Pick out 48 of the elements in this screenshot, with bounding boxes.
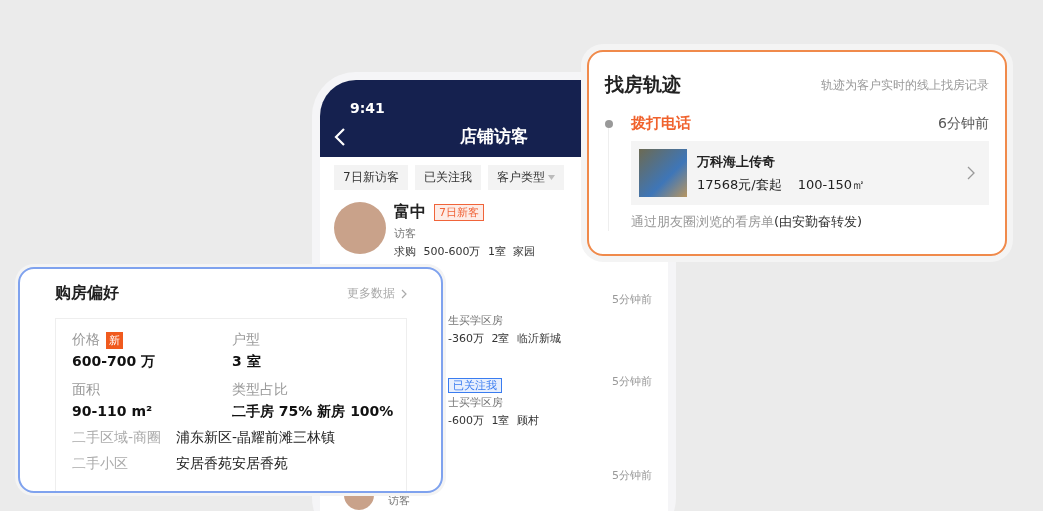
forwarder-text: (由安勤奋转发) [774,214,863,229]
event-action: 拨打电话 [631,114,691,133]
detail-label: 二手小区 [72,455,129,473]
stat-label: 类型占比 [232,381,288,399]
detail-value: 浦东新区-晶耀前滩三林镇 [176,429,336,447]
visitor-tag: 已关注我 [448,378,502,393]
new-badge: 新 [106,331,123,349]
event-time: 6分钟前 [938,114,989,133]
visit-time: 5分钟前 [612,292,652,307]
visitor-note: 生买学区房 [448,313,504,328]
back-icon[interactable] [334,126,346,147]
visitor-note: 士买学区房 [448,395,504,410]
status-time: 9:41 [350,100,385,116]
chevron-icon [401,288,407,299]
visitor-tag: 7日新客 [434,204,484,221]
stat-label: 面积 [72,381,100,399]
detail-label: 二手区域-商圈 [72,429,163,447]
timeline-dot [605,120,613,128]
visitor-name: 富中 [394,202,426,223]
property-card[interactable]: 万科海上传奇 17568元/套起 100-150㎡ [631,141,989,205]
photo-placeholder [639,149,687,197]
visitor-role: 访客 [394,226,417,241]
avatar [334,202,386,254]
filter-chip[interactable]: 已关注我 [414,165,481,190]
filter-chip[interactable]: 客户类型 [487,165,564,190]
visitor-demand: -360万 2室 临沂新城 [448,331,561,346]
source-text: 通过朋友圈浏览的看房单 [631,214,774,229]
stat-value: 600-700 万 [72,353,157,371]
property-name: 万科海上传奇 [697,152,776,171]
property-area: 100-150㎡ [797,175,866,194]
page-title: 店铺访客 [459,125,529,148]
stat-value: 二手房 75% 新房 100% [232,403,395,421]
card-title: 找房轨迹 [605,72,681,97]
filter-chip[interactable]: 7日新访客 [334,165,408,190]
chevron-icon [967,166,975,180]
property-price: 17568元/套起 [697,175,782,194]
stat-value: 3 室 [232,353,262,371]
stat-value: 90-110 m² [72,403,154,419]
visitor-demand: 求购 500-600万 1室 家园 [394,244,536,259]
stat-label: 价格 [72,331,100,349]
visit-time: 5分钟前 [612,374,652,389]
detail-value: 安居香苑安居香苑 [176,455,288,473]
visit-time: 5分钟前 [612,468,652,483]
visitor-role: 访客 [388,495,410,509]
visitor-demand: -600万 1室 顾村 [448,413,539,428]
card-title: 购房偏好 [55,283,119,304]
stat-label: 户型 [232,331,260,349]
card-note: 轨迹为客户实时的线上找房记录 [821,76,989,94]
